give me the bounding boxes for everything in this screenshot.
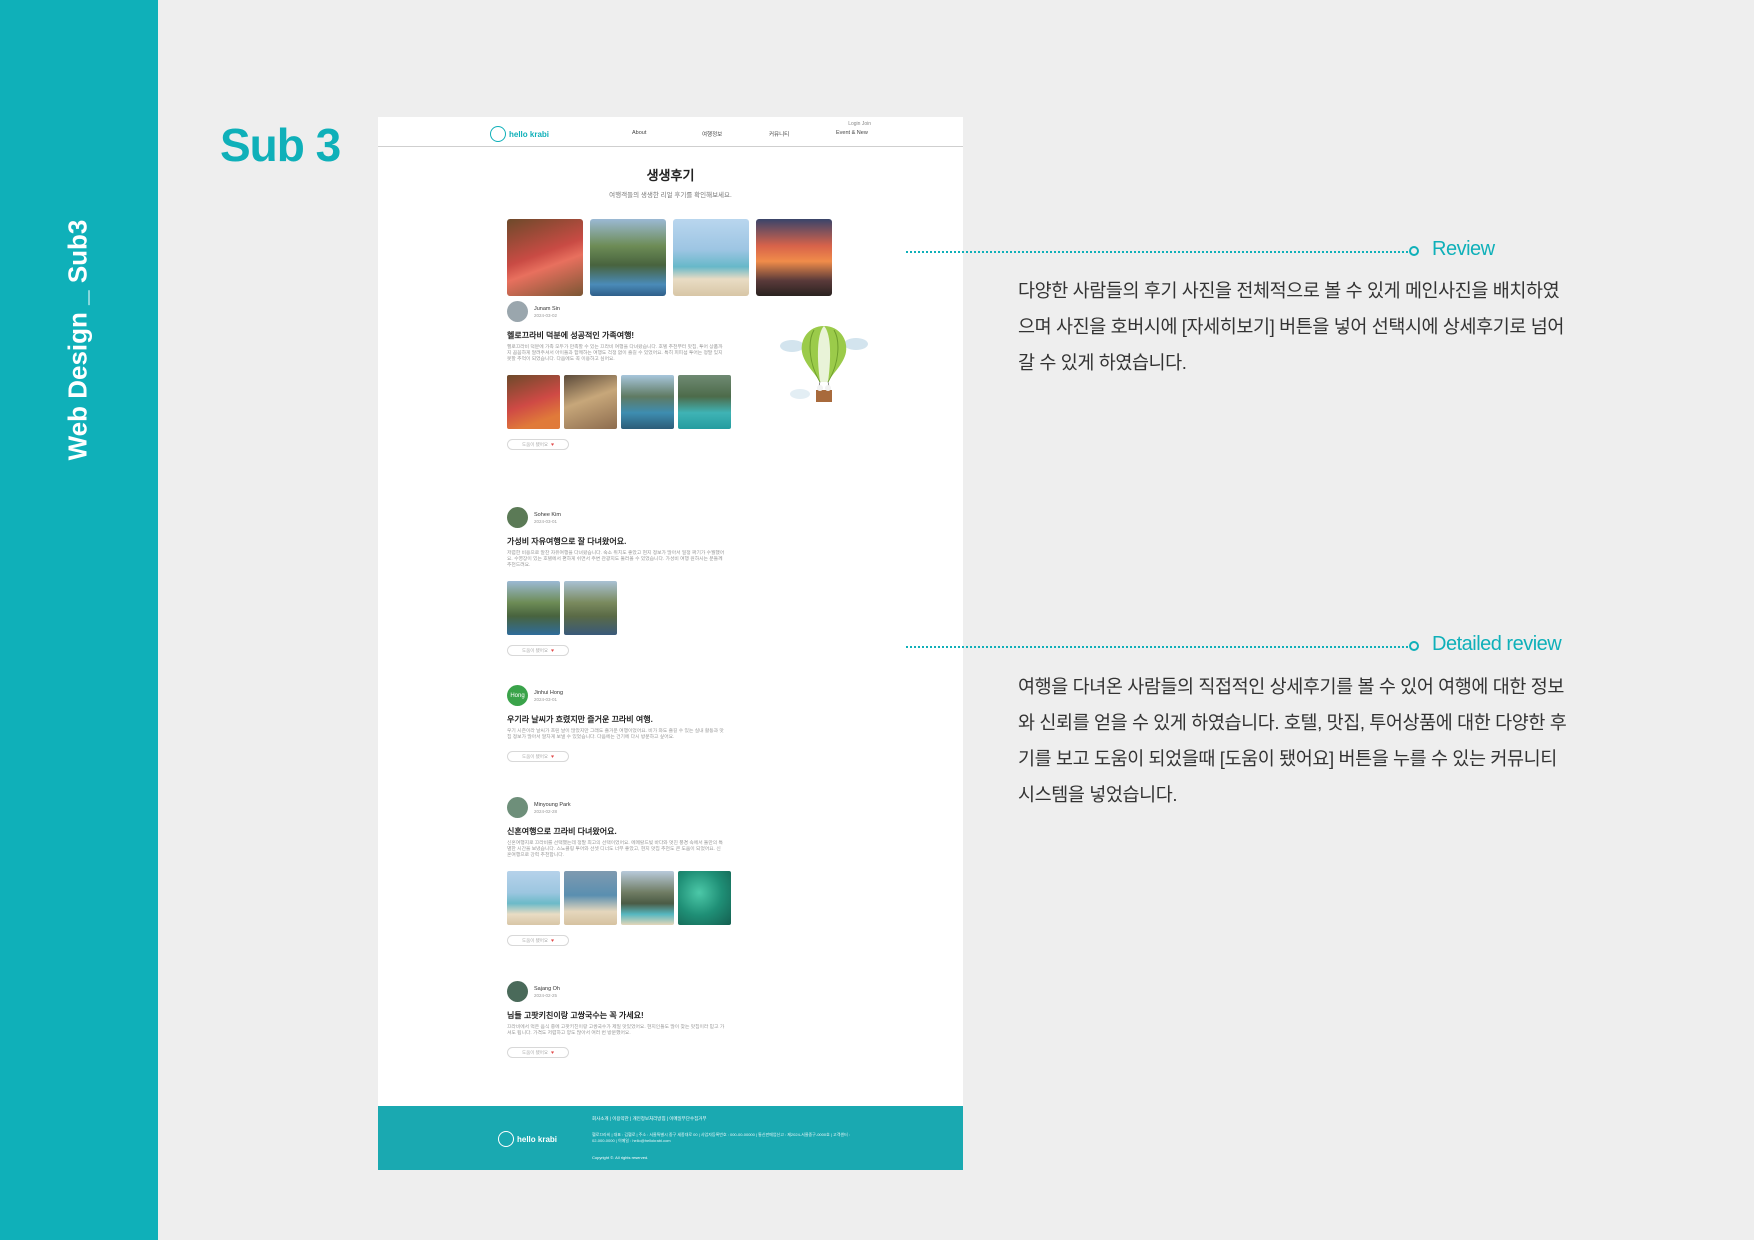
detailed-review-callout-description: 여행을 다녀온 사람들의 직접적인 상세후기를 볼 수 있어 여행에 대한 정보…	[1018, 676, 1567, 805]
review-photos	[507, 375, 807, 429]
review-body: 헬로끄라비 덕분에 가족 모두가 만족할 수 있는 끄라비 여행을 다녀왔습니다…	[507, 345, 723, 362]
review-photo[interactable]	[564, 871, 617, 925]
avatar	[507, 301, 528, 322]
gallery-photo[interactable]	[756, 219, 832, 296]
review-author: Hong Jinhui Hong 2024-03-01	[507, 685, 807, 706]
heart-icon: ♥	[551, 441, 555, 448]
heart-icon: ♥	[551, 647, 555, 654]
gallery-photo[interactable]	[673, 219, 749, 296]
review-date: 2024-03-02	[534, 312, 558, 318]
review-photo[interactable]	[507, 375, 560, 429]
review-date: 2024-02-25	[534, 992, 558, 998]
helpful-label: 도움이 됐어요	[521, 1049, 549, 1055]
heart-icon: ♥	[551, 1049, 555, 1056]
helpful-button[interactable]: 도움이 됐어요 ♥	[507, 439, 569, 450]
review-body: 우기 시즌이라 날씨가 흐린 날이 많았지만 그래도 즐거운 여행이었어요. 비…	[507, 729, 724, 740]
page-title: 생생후기	[646, 168, 695, 183]
review-title: 헬로끄라비 덕분에 성공적인 가족여행!	[507, 331, 635, 340]
review-title: 가성비 자유여행으로 잘 다녀왔어요.	[507, 537, 627, 546]
review-title: 님들 고팟키친이랑 고쌍국수는 꼭 가세요!	[507, 1011, 644, 1020]
review-author: Sohee Kim 2024-03-01	[507, 507, 807, 528]
helpful-label: 도움이 됐어요	[521, 753, 549, 759]
review-card: Hong Jinhui Hong 2024-03-01 우기라 날씨가 흐렸지만…	[507, 685, 807, 762]
review-photo[interactable]	[621, 375, 674, 429]
author-name: Sohee Kim	[534, 511, 561, 518]
helpful-label: 도움이 됐어요	[521, 647, 549, 653]
review-body: 끄라비에서 먹은 음식 중에 고팟키친이랑 고쌍국수가 제일 맛있었어요. 현지…	[507, 1025, 725, 1036]
review-body: 신혼여행지로 끄라비를 선택했는데 정말 최고의 선택이었어요. 에메랄드빛 바…	[507, 841, 723, 858]
footer-links[interactable]: 회사소개 | 이용약관 | 개인정보처리방침 | 이메일무단수집거부	[592, 1116, 707, 1122]
nav-event-new[interactable]: Event & New	[836, 130, 868, 136]
author-name: Sajang Oh	[534, 985, 560, 992]
review-title: 신혼여행으로 끄라비 다녀왔어요.	[507, 827, 617, 836]
page-subtitle: 여행객들의 생생한 리얼 후기를 확인해보세요.	[609, 192, 732, 199]
section-title: Sub 3	[220, 119, 341, 171]
review-callout-description: 다양한 사람들의 후기 사진을 전체적으로 볼 수 있게 메인사진을 배치하였으…	[1018, 280, 1565, 373]
helpful-button[interactable]: 도움이 됐어요 ♥	[507, 645, 569, 656]
review-card: Junam Sin 2024-03-02 헬로끄라비 덕분에 성공적인 가족여행…	[507, 301, 807, 450]
nav-travel-info[interactable]: 여행정보	[702, 130, 722, 138]
site-logo[interactable]: hello krabi	[490, 126, 549, 142]
nav-about[interactable]: About	[632, 130, 646, 136]
site-header: hello krabi Login Join About 여행정보 커뮤니티 E…	[378, 117, 963, 147]
review-callout-line	[906, 251, 1412, 253]
avatar	[507, 507, 528, 528]
review-photo[interactable]	[678, 871, 731, 925]
review-date: 2024-03-01	[534, 518, 558, 524]
review-author: Junam Sin 2024-03-02	[507, 301, 807, 322]
detailed-review-callout-dot	[1409, 641, 1419, 651]
review-date: 2024-03-01	[534, 696, 558, 702]
review-card: Sajang Oh 2024-02-25 님들 고팟키친이랑 고쌍국수는 꼭 가…	[507, 981, 807, 1058]
review-photo[interactable]	[507, 871, 560, 925]
avatar	[507, 797, 528, 818]
gallery-photo[interactable]	[590, 219, 666, 296]
review-card: Minyoung Park 2024-02-28 신혼여행으로 끄라비 다녀왔어…	[507, 797, 807, 946]
review-callout-dot	[1409, 246, 1419, 256]
helpful-label: 도움이 됐어요	[521, 937, 549, 943]
review-date: 2024-02-28	[534, 808, 558, 814]
helpful-button[interactable]: 도움이 됐어요 ♥	[507, 935, 569, 946]
website-mockup: hello krabi Login Join About 여행정보 커뮤니티 E…	[378, 117, 963, 1170]
logo-icon	[490, 126, 506, 142]
footer-logo[interactable]: hello krabi	[498, 1131, 557, 1147]
footer-company-info: 헬로끄라비 | 대표 : 김헬로 | 주소 : 서울특별시 중구 세종대로 00…	[592, 1132, 850, 1143]
sidebar-title: Web Design _ Sub3	[62, 219, 93, 461]
review-photo[interactable]	[564, 581, 617, 635]
footer-copyright: Copyright ©. All rights reserved.	[592, 1155, 649, 1160]
avatar: Hong	[507, 685, 528, 706]
gallery-photo[interactable]	[507, 219, 583, 296]
review-card: Sohee Kim 2024-03-01 가성비 자유여행으로 잘 다녀왔어요.…	[507, 507, 807, 656]
review-gallery	[507, 219, 832, 296]
sidebar-band: Web Design _ Sub3	[0, 0, 158, 1240]
review-body: 저렴한 비용으로 알찬 자유여행을 다녀왔습니다. 숙소 위치도 좋았고 현지 …	[507, 551, 725, 568]
site-footer: hello krabi 회사소개 | 이용약관 | 개인정보처리방침 | 이메일…	[378, 1106, 963, 1170]
author-name: Minyoung Park	[534, 801, 571, 808]
heart-icon: ♥	[551, 937, 555, 944]
detailed-review-callout-line	[906, 646, 1412, 648]
logo-icon	[498, 1131, 514, 1147]
author-name: Junam Sin	[534, 305, 560, 312]
author-name: Jinhui Hong	[534, 689, 564, 696]
detailed-review-callout-label: Detailed review	[1432, 633, 1562, 655]
review-photos	[507, 581, 807, 635]
review-title: 우기라 날씨가 흐렸지만 즐거운 끄라비 여행.	[507, 715, 653, 724]
review-callout-label: Review	[1432, 238, 1495, 260]
review-photo[interactable]	[564, 375, 617, 429]
helpful-label: 도움이 됐어요	[521, 441, 549, 447]
helpful-button[interactable]: 도움이 됐어요 ♥	[507, 751, 569, 762]
review-photos	[507, 871, 807, 925]
helpful-button[interactable]: 도움이 됐어요 ♥	[507, 1047, 569, 1058]
review-photo[interactable]	[507, 581, 560, 635]
review-author: Minyoung Park 2024-02-28	[507, 797, 807, 818]
review-photo[interactable]	[621, 871, 674, 925]
login-join-links[interactable]: Login Join	[848, 121, 871, 127]
nav-community[interactable]: 커뮤니티	[769, 130, 789, 138]
logo-text: hello krabi	[509, 129, 550, 139]
avatar	[507, 981, 528, 1002]
heart-icon: ♥	[551, 753, 555, 760]
review-author: Sajang Oh 2024-02-25	[507, 981, 807, 1002]
footer-logo-text: hello krabi	[517, 1134, 558, 1144]
review-photo[interactable]	[678, 375, 731, 429]
